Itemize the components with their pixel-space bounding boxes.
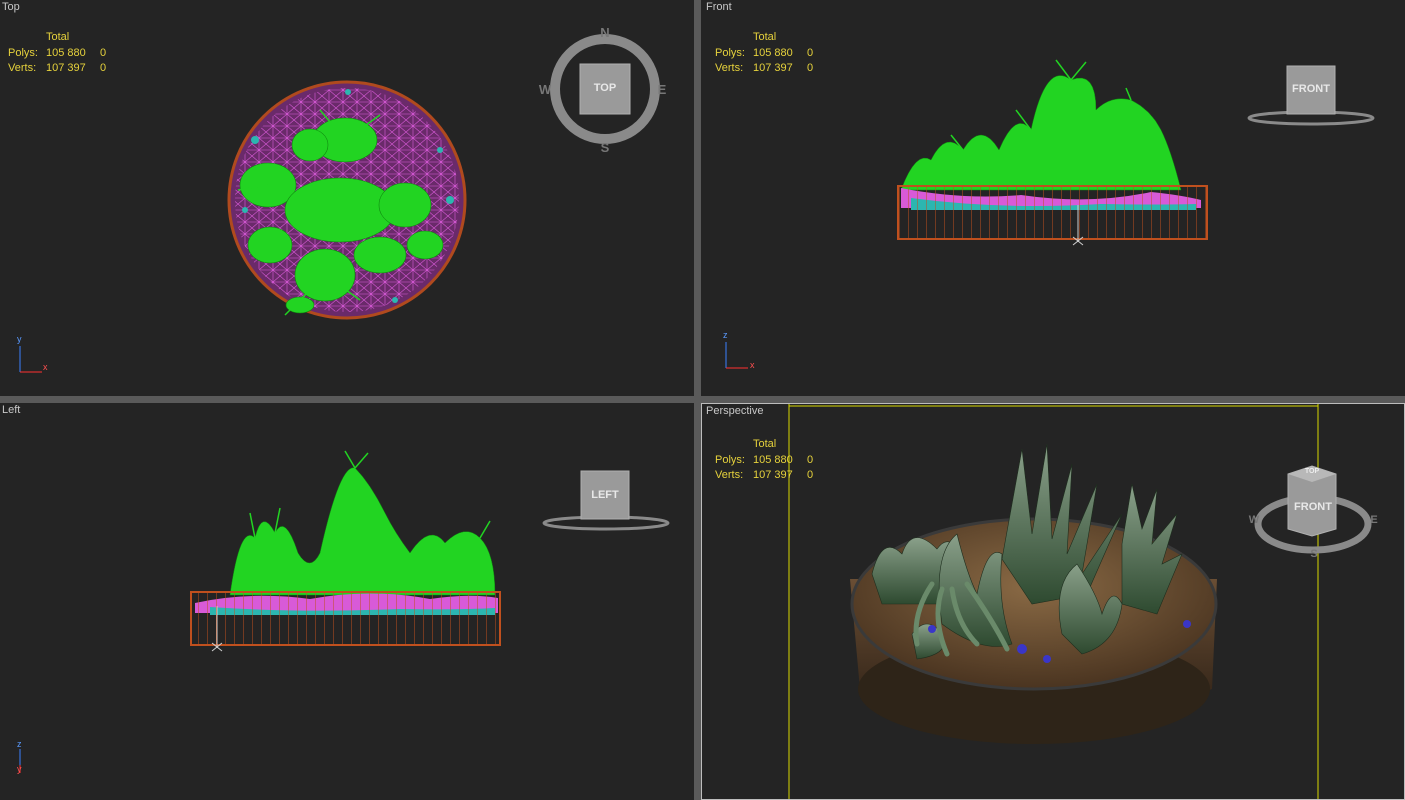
verts-total: 107 397 bbox=[753, 62, 793, 74]
axis-label-z: z bbox=[17, 739, 22, 749]
polys-total: 105 880 bbox=[753, 453, 793, 466]
viewport-front[interactable]: Front FRONT z x Total Polys: 105 880 0 Ver… bbox=[701, 0, 1405, 396]
viewport-perspective[interactable]: Perspective TOP FRONT W E S Total Polys:… bbox=[701, 403, 1405, 800]
viewport-left[interactable]: Left LEFT z y bbox=[0, 403, 694, 800]
compass-east-label: E bbox=[657, 82, 667, 97]
polys-label: Polys: bbox=[715, 453, 745, 466]
viewcube-face-label: FRONT bbox=[1294, 501, 1332, 513]
polys-selected: 0 bbox=[807, 453, 814, 466]
axis-label-y: y bbox=[17, 334, 22, 344]
axis-tripod-top bbox=[19, 346, 42, 373]
pot-front bbox=[897, 185, 1208, 240]
viewport-label[interactable]: Top bbox=[2, 1, 20, 13]
verts-selected: 0 bbox=[100, 62, 107, 74]
compass-west-label: W bbox=[538, 82, 552, 97]
viewcube-face-label: FRONT bbox=[1292, 83, 1330, 95]
viewport-label[interactable]: Left bbox=[2, 404, 20, 416]
verts-label: Verts: bbox=[8, 62, 37, 74]
viewcube-face-label: LEFT bbox=[591, 489, 619, 501]
polys-selected: 0 bbox=[807, 46, 814, 59]
verts-selected: 0 bbox=[807, 62, 814, 74]
verts-selected: 0 bbox=[807, 469, 814, 481]
compass-south-label: S bbox=[600, 140, 610, 155]
viewport-label[interactable]: Front bbox=[706, 1, 732, 13]
verts-label: Verts: bbox=[715, 62, 744, 74]
axis-label-y: y bbox=[17, 764, 22, 774]
viewcube-face-label: TOP bbox=[593, 82, 617, 94]
stats-overlay: Total Polys: 105 880 0 Verts: 107 397 0 bbox=[715, 30, 813, 77]
verts-total: 107 397 bbox=[46, 62, 86, 74]
polys-label: Polys: bbox=[8, 46, 38, 59]
viewport-top[interactable]: Top TOP N S W E y x Total Polys: 105 880 0… bbox=[0, 0, 694, 396]
stats-overlay: Total Polys: 105 880 0 Verts: 107 397 0 bbox=[715, 437, 813, 484]
compass-north-label: N bbox=[600, 25, 610, 40]
compass-east-label: E bbox=[1370, 514, 1378, 526]
verts-label: Verts: bbox=[715, 469, 744, 481]
polys-total: 105 880 bbox=[753, 46, 793, 59]
polys-label: Polys: bbox=[715, 46, 745, 59]
plants-left bbox=[229, 467, 496, 596]
compass-south-label: S bbox=[1310, 548, 1318, 560]
axis-label-x: x bbox=[43, 362, 48, 372]
left-view-canvas bbox=[19, 450, 670, 773]
viewcube-top-label: TOP bbox=[1304, 468, 1320, 475]
viewcube-front[interactable] bbox=[1247, 65, 1375, 126]
stats-header: Total bbox=[753, 438, 777, 450]
axis-label-z: z bbox=[723, 330, 728, 340]
verts-total: 107 397 bbox=[753, 469, 793, 481]
axis-label-x: x bbox=[750, 360, 755, 370]
polys-selected: 0 bbox=[100, 46, 107, 59]
compass-west-label: W bbox=[1248, 514, 1260, 526]
plants-front bbox=[900, 75, 1182, 191]
stats-header: Total bbox=[46, 31, 70, 43]
viewport-label[interactable]: Perspective bbox=[706, 405, 763, 417]
pot-left bbox=[190, 591, 501, 646]
axis-tripod-front bbox=[725, 342, 748, 369]
stats-overlay: Total Polys: 105 880 0 Verts: 107 397 0 bbox=[8, 30, 106, 77]
polys-total: 105 880 bbox=[46, 46, 86, 59]
stats-header: Total bbox=[753, 31, 777, 43]
